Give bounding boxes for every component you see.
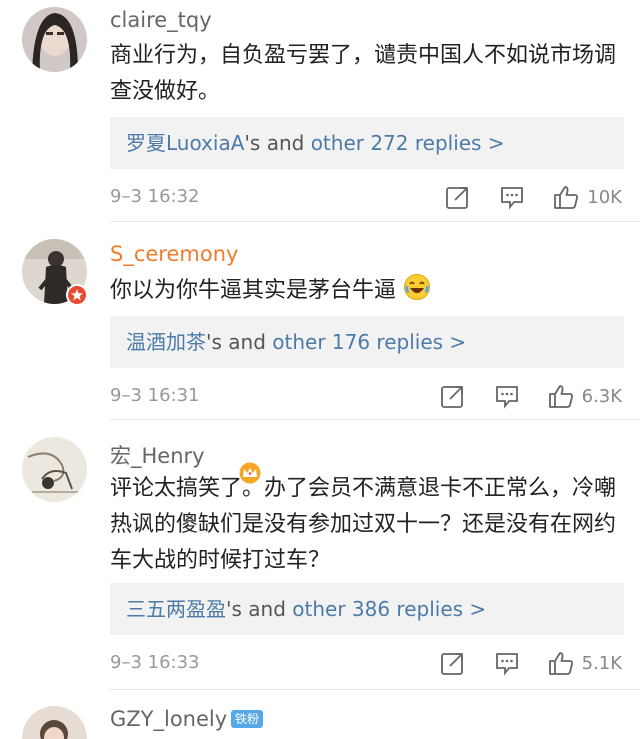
thumbs-up-icon[interactable] xyxy=(548,383,574,409)
reply-user-link[interactable]: 罗夏LuoxiaA xyxy=(126,131,244,155)
more-replies-link[interactable]: other 176 replies > xyxy=(272,330,466,354)
replies-box[interactable]: 温酒加茶's and other 176 replies > xyxy=(110,316,624,368)
like-count: 10K xyxy=(587,186,622,208)
comment-actions: 6.3K xyxy=(440,383,622,409)
thumbs-up-icon[interactable] xyxy=(553,184,579,210)
timestamp: 9–3 16:33 xyxy=(110,652,200,673)
comment-text: 评论太搞笑了。办了会员不满意退卡不正常么，冷嘲热讽的傻缺们是没有参加过双十一？还… xyxy=(110,476,617,573)
share-icon[interactable] xyxy=(445,184,471,210)
username[interactable]: claire_tqy xyxy=(110,8,212,32)
comment-item: 宏_Henry 评论太搞笑了。办了会员不满意退卡不正常么，冷嘲热讽的傻缺们是没有… xyxy=(0,420,640,690)
verified-badge xyxy=(66,284,88,306)
reply-connector: 's and xyxy=(226,597,293,621)
comment-actions: 5.1K xyxy=(440,650,622,676)
avatar[interactable] xyxy=(22,706,87,739)
like-count: 6.3K xyxy=(581,385,622,407)
comment-text: 商业行为，自负盈亏罢了，谴责中国人不如说市场调查没做好。 xyxy=(110,43,617,104)
comment-icon[interactable] xyxy=(494,650,520,676)
comment-item: GZY_lonely 铁粉 xyxy=(0,690,640,739)
fan-badge: 铁粉 xyxy=(231,710,264,728)
share-icon[interactable] xyxy=(440,650,466,676)
reply-connector: 's and xyxy=(206,330,273,354)
username[interactable]: GZY_lonely xyxy=(110,707,227,731)
comment-text-content: 你以为你牛逼其实是茅台牛逼 xyxy=(110,278,397,303)
comment-text: 你以为你牛逼其实是茅台牛逼 xyxy=(110,273,630,309)
comment-actions: 10K xyxy=(445,184,622,210)
comment-icon[interactable] xyxy=(494,383,520,409)
username[interactable]: 宏_Henry xyxy=(110,440,205,470)
comment-item: claire_tqy 商业行为，自负盈亏罢了，谴责中国人不如说市场调查没做好。 … xyxy=(0,0,640,222)
avatar[interactable] xyxy=(22,7,87,72)
more-replies-link[interactable]: other 272 replies > xyxy=(311,131,505,155)
avatar[interactable] xyxy=(22,437,87,502)
comment-icon[interactable] xyxy=(499,184,525,210)
laughing-emoji-icon xyxy=(404,274,431,300)
replies-box[interactable]: 罗夏LuoxiaA's and other 272 replies > xyxy=(110,117,624,169)
share-icon[interactable] xyxy=(440,383,466,409)
reply-connector: 's and xyxy=(244,131,311,155)
replies-box[interactable]: 三五两盈盈's and other 386 replies > xyxy=(110,583,624,635)
like-count: 5.1K xyxy=(581,652,622,674)
reply-user-link[interactable]: 温酒加茶 xyxy=(126,330,206,354)
username[interactable]: S_ceremony xyxy=(110,242,238,266)
more-replies-link[interactable]: other 386 replies > xyxy=(292,597,486,621)
timestamp: 9–3 16:32 xyxy=(110,186,200,207)
thumbs-up-icon[interactable] xyxy=(548,650,574,676)
comment-item: S_ceremony 你以为你牛逼其实是茅台牛逼 温酒加茶's and othe… xyxy=(0,222,640,484)
reply-user-link[interactable]: 三五两盈盈 xyxy=(126,597,226,621)
timestamp: 9–3 16:31 xyxy=(110,385,200,406)
